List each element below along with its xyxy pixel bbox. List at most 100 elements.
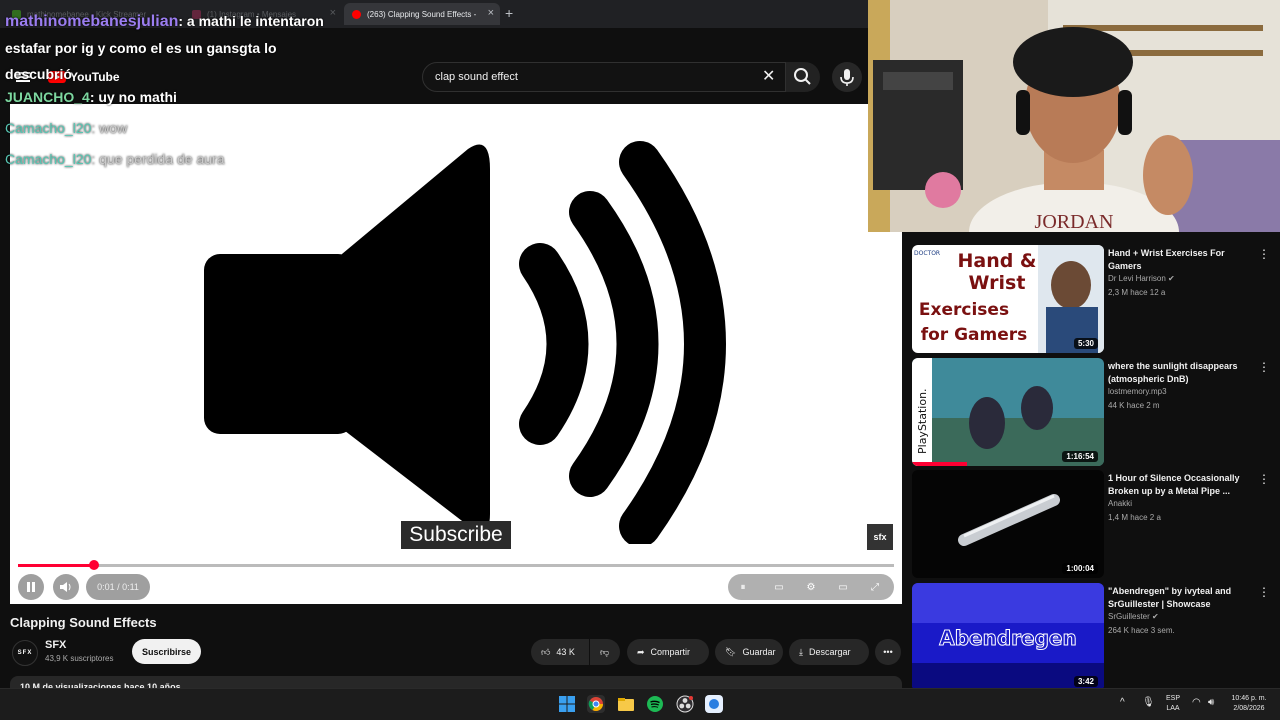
recommendation-channel[interactable]: Dr Levi Harrison ✔: [1108, 274, 1175, 283]
obs-icon[interactable]: [676, 695, 694, 713]
more-options-icon[interactable]: ⋮: [1258, 360, 1270, 374]
thumbnail-image: [912, 470, 1104, 578]
video-title: Clapping Sound Effects: [10, 615, 157, 630]
recommendation-title[interactable]: Hand + Wrist Exercises For Gamers: [1108, 247, 1248, 273]
thumbnail-image: PlayStation.: [912, 358, 1104, 466]
recommendation-channel[interactable]: Anakki: [1108, 499, 1132, 508]
volume-icon[interactable]: 🔊︎: [1208, 698, 1214, 708]
progress-knob[interactable]: [89, 560, 100, 570]
new-tab-button[interactable]: +: [505, 5, 513, 21]
mic-icon[interactable]: 🎙︎: [1142, 698, 1155, 708]
video-duration: 3:42: [1073, 676, 1098, 687]
chat-message: Camacho_l20: que perdida de aura: [5, 151, 225, 167]
recommendations-sidebar: DOCTOR Hand & Wrist Exercises for Gamers…: [902, 232, 1280, 691]
keyboard-layout: LAA: [1166, 705, 1180, 712]
video-thumbnail[interactable]: Abendregen 3:42: [912, 583, 1104, 691]
svg-text:Abendregen: Abendregen: [939, 626, 1076, 650]
wifi-icon[interactable]: ◠: [1192, 698, 1201, 708]
volume-icon: [60, 582, 71, 592]
share-icon: ➦: [637, 646, 645, 657]
theater-mode-icon[interactable]: ▭: [836, 580, 850, 594]
video-duration: 1:16:54: [1062, 451, 1098, 462]
close-tab-icon[interactable]: ×: [488, 7, 494, 19]
fullscreen-icon[interactable]: ⤢: [868, 580, 882, 594]
recommendation-title[interactable]: where the sunlight disappears (atmospher…: [1108, 360, 1248, 386]
more-options-icon[interactable]: ⋮: [1258, 247, 1270, 261]
subtitles-icon[interactable]: ▭: [772, 580, 786, 594]
recommendation-title[interactable]: 1 Hour of Silence Occasionally Broken up…: [1108, 472, 1248, 498]
thumbnail-image: DOCTOR Hand & Wrist Exercises for Gamers: [912, 245, 1104, 353]
chat-text: : que perdida de aura: [91, 151, 225, 167]
video-thumbnail[interactable]: PlayStation. 1:16:54: [912, 358, 1104, 466]
language-indicator[interactable]: ESP LAA: [1162, 694, 1184, 714]
recommendation-item[interactable]: DOCTOR Hand & Wrist Exercises for Gamers…: [912, 245, 1274, 353]
close-icon[interactable]: ✕: [762, 66, 775, 86]
search-box: [422, 62, 786, 92]
channel-name: Dr Levi Harrison: [1108, 274, 1166, 283]
windows-taskbar: [0, 688, 1280, 720]
recommendation-item[interactable]: 1:00:04 1 Hour of Silence Occasionally B…: [912, 470, 1274, 578]
more-icon: •••: [883, 647, 893, 657]
channel-avatar[interactable]: SFX: [12, 640, 38, 666]
progress-fill: [18, 564, 95, 567]
chat-username: Camacho_l20: [5, 120, 92, 136]
recommendation-channel[interactable]: lostmemory.mp3: [1108, 387, 1167, 396]
autoplay-toggle-icon[interactable]: ⏸: [736, 580, 750, 594]
download-label: Descargar: [808, 647, 851, 657]
verified-icon: ✔: [1168, 274, 1175, 283]
windows-start-icon[interactable]: [558, 695, 576, 713]
chrome-icon[interactable]: [587, 695, 605, 713]
like-button[interactable]: 👍︎ 43 K: [531, 639, 589, 665]
recommendation-title[interactable]: "Abendregen" by ivyteal and SrGuillester…: [1108, 585, 1248, 611]
video-player[interactable]: Subscribe sfx 0:01 / 0:11 ⏸ ▭ ⚙ ▭ ⤢: [10, 104, 902, 604]
subscribe-overlay[interactable]: Subscribe: [401, 521, 511, 549]
show-hidden-icons[interactable]: ^: [1120, 698, 1125, 708]
tab-youtube[interactable]: (263) Clapping Sound Effects - ×: [344, 3, 500, 25]
bookmark-icon: 🔖︎: [725, 646, 737, 657]
save-button[interactable]: 🔖︎ Guardar: [715, 639, 783, 665]
share-button[interactable]: ➦ Compartir: [627, 639, 709, 665]
volume-button[interactable]: [53, 574, 79, 600]
chat-message: JUANCHO_4: uy no mathi: [5, 89, 177, 105]
chat-text: : wow: [91, 120, 128, 136]
streamer-webcam: JORDAN: [868, 0, 1280, 232]
file-explorer-icon[interactable]: [617, 695, 635, 713]
voice-search-button[interactable]: [832, 62, 862, 92]
svg-text:Wrist: Wrist: [969, 272, 1026, 294]
download-button[interactable]: ⤓ Descargar: [789, 639, 869, 665]
recommendation-item[interactable]: Abendregen 3:42 "Abendregen" by ivyteal …: [912, 583, 1274, 691]
channel-name[interactable]: SFX: [45, 639, 66, 651]
svg-text:Hand &: Hand &: [957, 250, 1036, 272]
video-thumbnail[interactable]: 1:00:04: [912, 470, 1104, 578]
subscribe-button[interactable]: Suscribirse: [132, 639, 201, 664]
webcam-feed-image: JORDAN: [868, 0, 1280, 232]
youtube-favicon-icon: [352, 9, 361, 19]
pause-button[interactable]: [18, 574, 44, 600]
more-options-icon[interactable]: ⋮: [1258, 585, 1270, 599]
more-actions-button[interactable]: •••: [875, 639, 901, 665]
video-duration: 1:00:04: [1062, 563, 1098, 574]
speaker-graphic: [204, 141, 726, 544]
like-count: 43 K: [556, 647, 575, 657]
search-input[interactable]: [435, 69, 755, 85]
progress-bar[interactable]: [18, 560, 894, 570]
share-label: Compartir: [650, 647, 691, 657]
search-icon: [794, 68, 811, 85]
channel-watermark[interactable]: sfx: [867, 524, 893, 550]
search-button[interactable]: [786, 62, 820, 92]
settings-icon[interactable]: ⚙: [804, 580, 818, 594]
spotify-icon[interactable]: [646, 695, 664, 713]
chat-username: Camacho_l20: [5, 151, 92, 167]
chat-message: mathinomebanesjulian: a mathi le intenta…: [5, 8, 335, 87]
language-code: ESP: [1165, 695, 1180, 702]
more-options-icon[interactable]: ⋮: [1258, 472, 1270, 486]
dislike-button[interactable]: 👎︎: [590, 639, 620, 665]
video-thumbnail[interactable]: DOCTOR Hand & Wrist Exercises for Gamers…: [912, 245, 1104, 353]
clock[interactable]: 10:46 p. m. 2/08/2026: [1226, 694, 1272, 714]
pause-icon: [27, 582, 35, 592]
recommendation-item[interactable]: PlayStation. 1:16:54 where the sunlight …: [912, 358, 1274, 466]
subscriber-count: 43,9 K suscriptores: [45, 654, 114, 663]
app-icon[interactable]: [705, 695, 723, 713]
clock-date: 2/08/2026: [1233, 705, 1265, 712]
recommendation-channel[interactable]: SrGuillester ✔: [1108, 612, 1159, 621]
